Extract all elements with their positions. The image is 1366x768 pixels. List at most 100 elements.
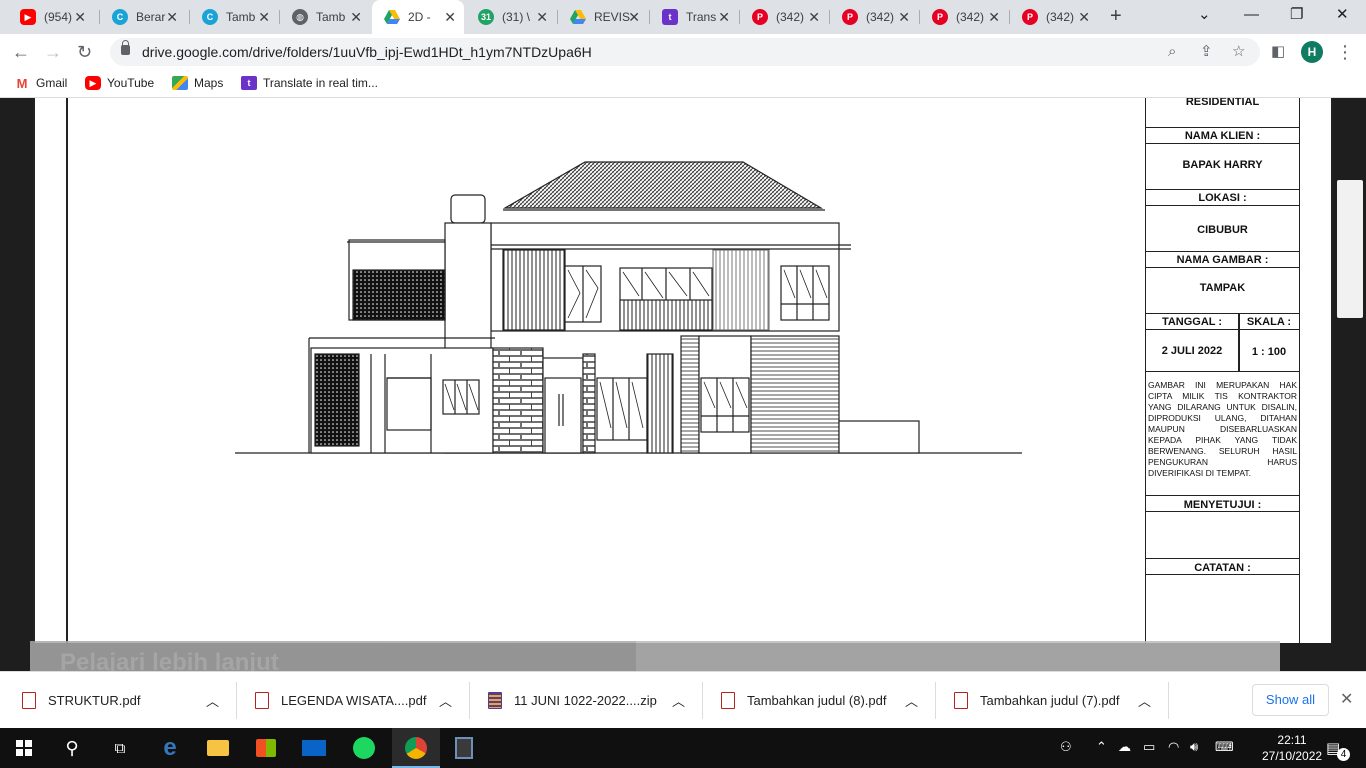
close-icon[interactable]: ✕ bbox=[628, 9, 640, 25]
bookmark-star-icon[interactable]: ☆ bbox=[1232, 43, 1245, 61]
bookmark-label: YouTube bbox=[107, 76, 155, 90]
learn-more-banner[interactable]: Pelajari lebih lanjut bbox=[30, 641, 1280, 671]
tab-canva-1[interactable]: C Berar ✕ bbox=[100, 0, 186, 34]
tab-title: (31) \ bbox=[502, 10, 531, 24]
forward-button[interactable]: → bbox=[44, 42, 62, 62]
zoom-icon[interactable]: ⌕ bbox=[1168, 43, 1176, 61]
close-icon[interactable]: ✕ bbox=[74, 9, 86, 25]
chrome-icon[interactable] bbox=[392, 728, 440, 768]
tab-google-drive-active[interactable]: 2D - ✕ bbox=[372, 0, 464, 34]
download-filename: Tambahkan judul (8).pdf bbox=[747, 693, 887, 708]
minimize-button[interactable]: — bbox=[1244, 6, 1259, 24]
bookmark-gmail[interactable]: M Gmail bbox=[14, 76, 68, 91]
battery-icon[interactable]: ▭ bbox=[1143, 739, 1155, 755]
taskbar-clock[interactable]: 22:11 27/10/2022 bbox=[1262, 732, 1322, 764]
bookmark-youtube[interactable]: ▶ YouTube bbox=[85, 76, 154, 90]
chevron-up-icon[interactable]: ︿ bbox=[1138, 672, 1151, 729]
chevron-up-icon[interactable]: ︿ bbox=[905, 672, 918, 729]
wifi-icon[interactable]: ◠ bbox=[1168, 739, 1179, 755]
location-label: LOKASI : bbox=[1198, 192, 1247, 204]
maps-icon bbox=[172, 76, 188, 90]
edge-icon[interactable]: e bbox=[146, 728, 194, 768]
cloud-icon[interactable]: ☁ bbox=[1118, 739, 1131, 755]
volume-icon[interactable]: 🔊︎ bbox=[1190, 739, 1198, 755]
close-icon[interactable]: ✕ bbox=[1340, 689, 1353, 709]
close-icon[interactable]: ✕ bbox=[988, 9, 1000, 25]
show-all-button[interactable]: Show all bbox=[1252, 684, 1329, 716]
close-icon[interactable]: ✕ bbox=[166, 9, 178, 25]
vertical-scrollbar[interactable] bbox=[1336, 98, 1366, 671]
menu-icon[interactable]: ⋮ bbox=[1336, 42, 1354, 62]
tab-youtube[interactable]: ▶ (954) ✕ bbox=[8, 0, 94, 34]
close-icon[interactable]: ✕ bbox=[718, 9, 730, 25]
url-text[interactable]: drive.google.com/drive/folders/1uuVfb_ip… bbox=[142, 44, 592, 60]
close-icon[interactable]: ✕ bbox=[258, 9, 270, 25]
bookmark-label: Gmail bbox=[36, 76, 68, 90]
start-button[interactable] bbox=[0, 728, 48, 768]
close-icon[interactable]: ✕ bbox=[536, 9, 548, 25]
close-icon[interactable]: ✕ bbox=[808, 9, 820, 25]
tab-pinterest-1[interactable]: P (342) ✕ bbox=[740, 0, 828, 34]
file-explorer-icon[interactable] bbox=[194, 728, 242, 768]
tab-translate[interactable]: t Trans ✕ bbox=[650, 0, 738, 34]
tab-google-drive-revisi[interactable]: REVIS ✕ bbox=[558, 0, 648, 34]
share-icon[interactable]: ⇪ bbox=[1200, 43, 1213, 61]
profile-avatar[interactable]: H bbox=[1301, 41, 1323, 63]
back-button[interactable]: ← bbox=[12, 42, 30, 62]
tab-calendar[interactable]: 31 (31) \ ✕ bbox=[466, 0, 556, 34]
address-bar[interactable]: drive.google.com/drive/folders/1uuVfb_ip… bbox=[110, 38, 1260, 66]
downloads-bar: STRUKTUR.pdf ︿ LEGENDA WISATA....pdf ︿ 1… bbox=[0, 671, 1366, 728]
translate-icon: t bbox=[662, 9, 678, 25]
tab-pinterest-2[interactable]: P (342) ✕ bbox=[830, 0, 918, 34]
bookmark-maps[interactable]: Maps bbox=[172, 76, 223, 90]
title-block: RESIDENTIAL NAMA KLIEN : BAPAK HARRY LOK… bbox=[1145, 98, 1300, 643]
scale-value: 1 : 100 bbox=[1251, 346, 1287, 358]
mail-icon[interactable] bbox=[290, 728, 338, 768]
close-icon[interactable]: ✕ bbox=[444, 9, 456, 25]
people-icon[interactable]: ⚇ bbox=[1060, 739, 1072, 755]
close-window-button[interactable]: ✕ bbox=[1336, 6, 1349, 24]
task-view-icon[interactable]: ⧉ bbox=[96, 728, 144, 768]
download-item[interactable]: 11 JUNI 1022-2022....zip bbox=[488, 672, 657, 729]
side-panel-icon[interactable]: ◧ bbox=[1271, 42, 1285, 62]
pdf-icon bbox=[954, 692, 968, 709]
learn-more-text[interactable]: Pelajari lebih lanjut bbox=[60, 649, 279, 671]
download-item[interactable]: LEGENDA WISATA....pdf bbox=[255, 672, 426, 729]
download-item[interactable]: STRUKTUR.pdf bbox=[22, 672, 140, 729]
calculator-icon[interactable] bbox=[440, 728, 488, 768]
search-icon[interactable]: ⚲ bbox=[48, 728, 96, 768]
restore-button[interactable]: ❐ bbox=[1290, 6, 1303, 24]
new-tab-button[interactable]: + bbox=[1110, 6, 1122, 26]
download-item[interactable]: Tambahkan judul (7).pdf bbox=[954, 672, 1119, 729]
tab-search-icon[interactable]: ⌄ bbox=[1198, 6, 1211, 24]
sheet-border-line bbox=[66, 98, 68, 643]
store-icon[interactable] bbox=[242, 728, 290, 768]
tab-web[interactable]: ◍ Tamb ✕ bbox=[280, 0, 370, 34]
tab-strip: ▶ (954) ✕ C Berar ✕ C Tamb ✕ ◍ Tamb ✕ 2D… bbox=[0, 0, 1366, 34]
chevron-up-icon[interactable]: ︿ bbox=[439, 672, 452, 729]
close-icon[interactable]: ✕ bbox=[1078, 9, 1090, 25]
date-label: TANGGAL : bbox=[1161, 316, 1223, 328]
tab-pinterest-4[interactable]: P (342) ✕ bbox=[1010, 0, 1098, 34]
tab-pinterest-3[interactable]: P (342) ✕ bbox=[920, 0, 1008, 34]
close-icon[interactable]: ✕ bbox=[350, 9, 362, 25]
canva-icon: C bbox=[112, 9, 128, 25]
calendar-icon: 31 bbox=[478, 9, 494, 25]
chevron-up-icon[interactable]: ⌃ bbox=[1096, 739, 1107, 755]
close-icon[interactable]: ✕ bbox=[898, 9, 910, 25]
keyboard-icon[interactable]: ⌨ bbox=[1215, 739, 1234, 755]
gmail-icon: M bbox=[14, 76, 30, 91]
pinterest-icon: P bbox=[842, 9, 858, 25]
drawing-sheet: RESIDENTIAL NAMA KLIEN : BAPAK HARRY LOK… bbox=[33, 98, 1333, 643]
reload-button[interactable]: ↻ bbox=[77, 42, 92, 62]
download-filename: STRUKTUR.pdf bbox=[48, 693, 141, 708]
download-item[interactable]: Tambahkan judul (8).pdf bbox=[721, 672, 886, 729]
tab-canva-2[interactable]: C Tamb ✕ bbox=[190, 0, 278, 34]
bookmark-translate[interactable]: t Translate in real tim... bbox=[241, 76, 378, 90]
chevron-up-icon[interactable]: ︿ bbox=[206, 672, 219, 729]
spotify-icon[interactable] bbox=[340, 728, 388, 768]
chevron-up-icon[interactable]: ︿ bbox=[672, 672, 685, 729]
notes-label: CATATAN : bbox=[1194, 562, 1251, 574]
scrollbar-thumb[interactable] bbox=[1337, 180, 1363, 318]
pinterest-icon: P bbox=[1022, 9, 1038, 25]
